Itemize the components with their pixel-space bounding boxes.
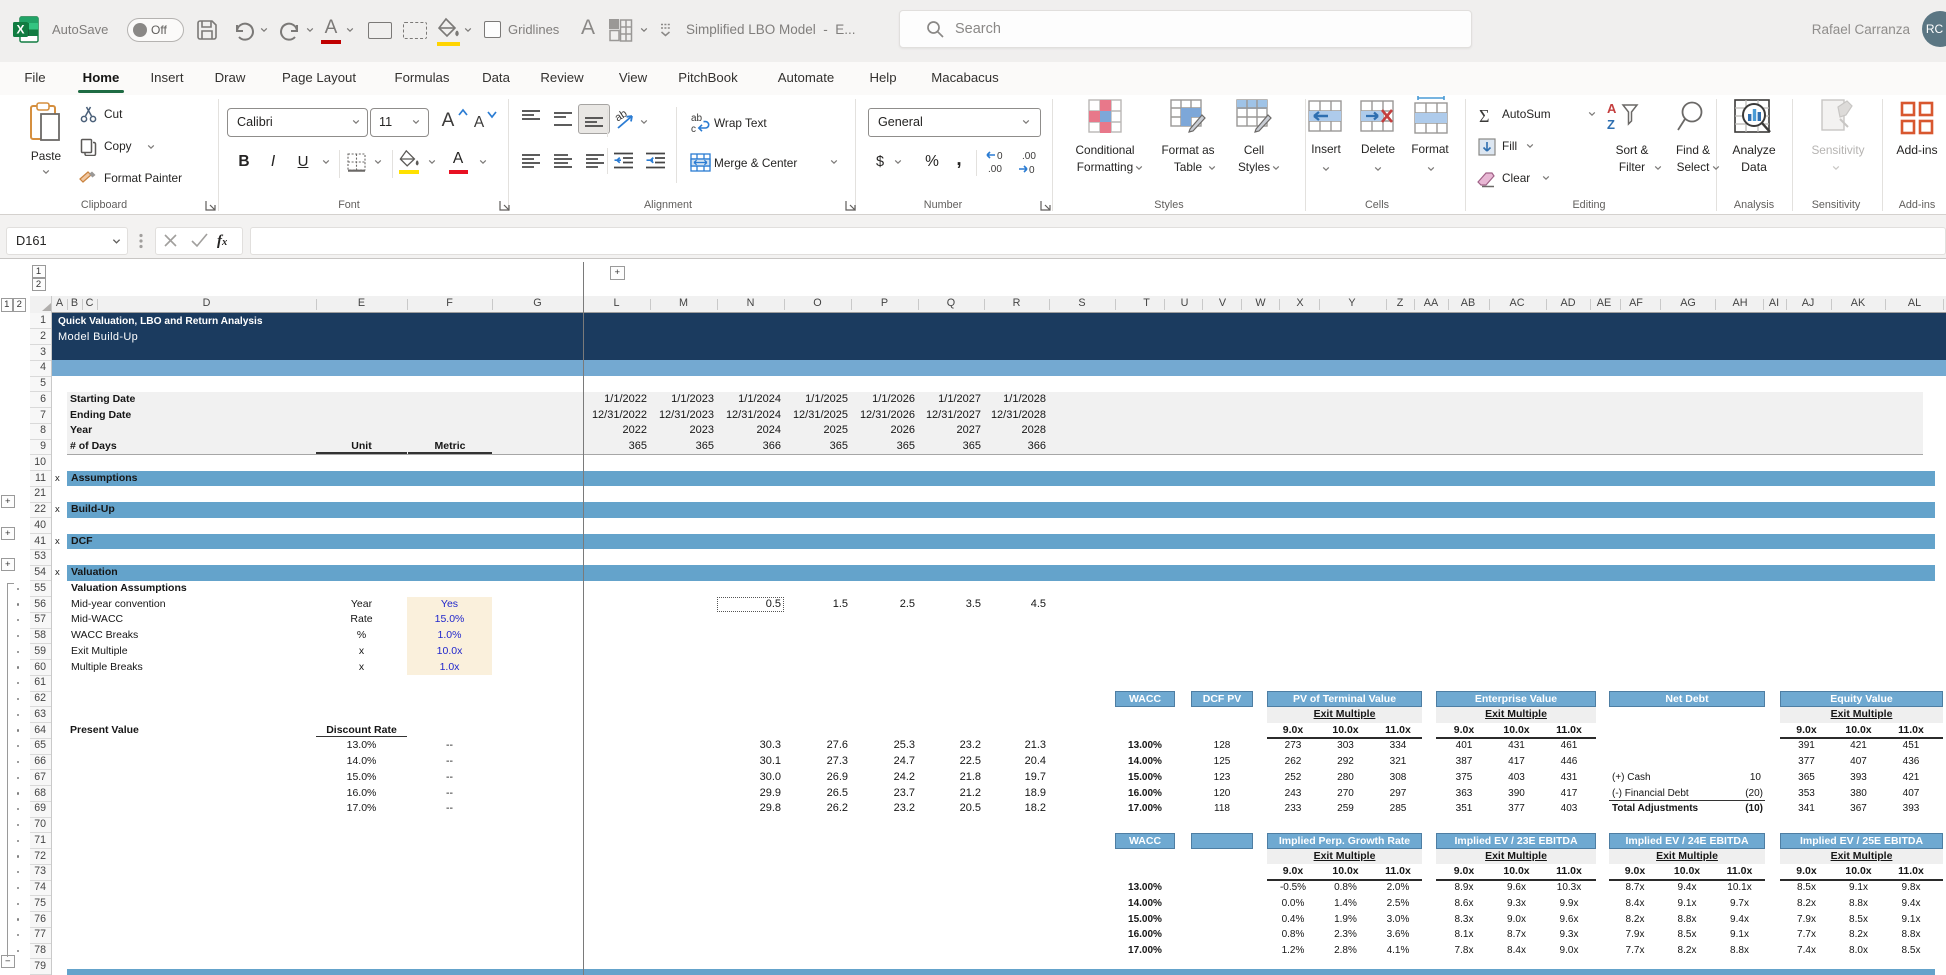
svg-text:Z: Z <box>1607 117 1615 132</box>
svg-text:.00: .00 <box>1022 151 1036 162</box>
svg-text:X: X <box>16 23 24 37</box>
svg-text:0: 0 <box>1029 165 1035 176</box>
svg-text:c: c <box>691 124 696 134</box>
svg-text:Σ: Σ <box>1479 106 1489 125</box>
svg-text:.00: .00 <box>988 164 1002 175</box>
svg-text:0: 0 <box>997 151 1003 162</box>
svg-text:A: A <box>1607 101 1617 116</box>
svg-text:ab: ab <box>691 113 703 124</box>
